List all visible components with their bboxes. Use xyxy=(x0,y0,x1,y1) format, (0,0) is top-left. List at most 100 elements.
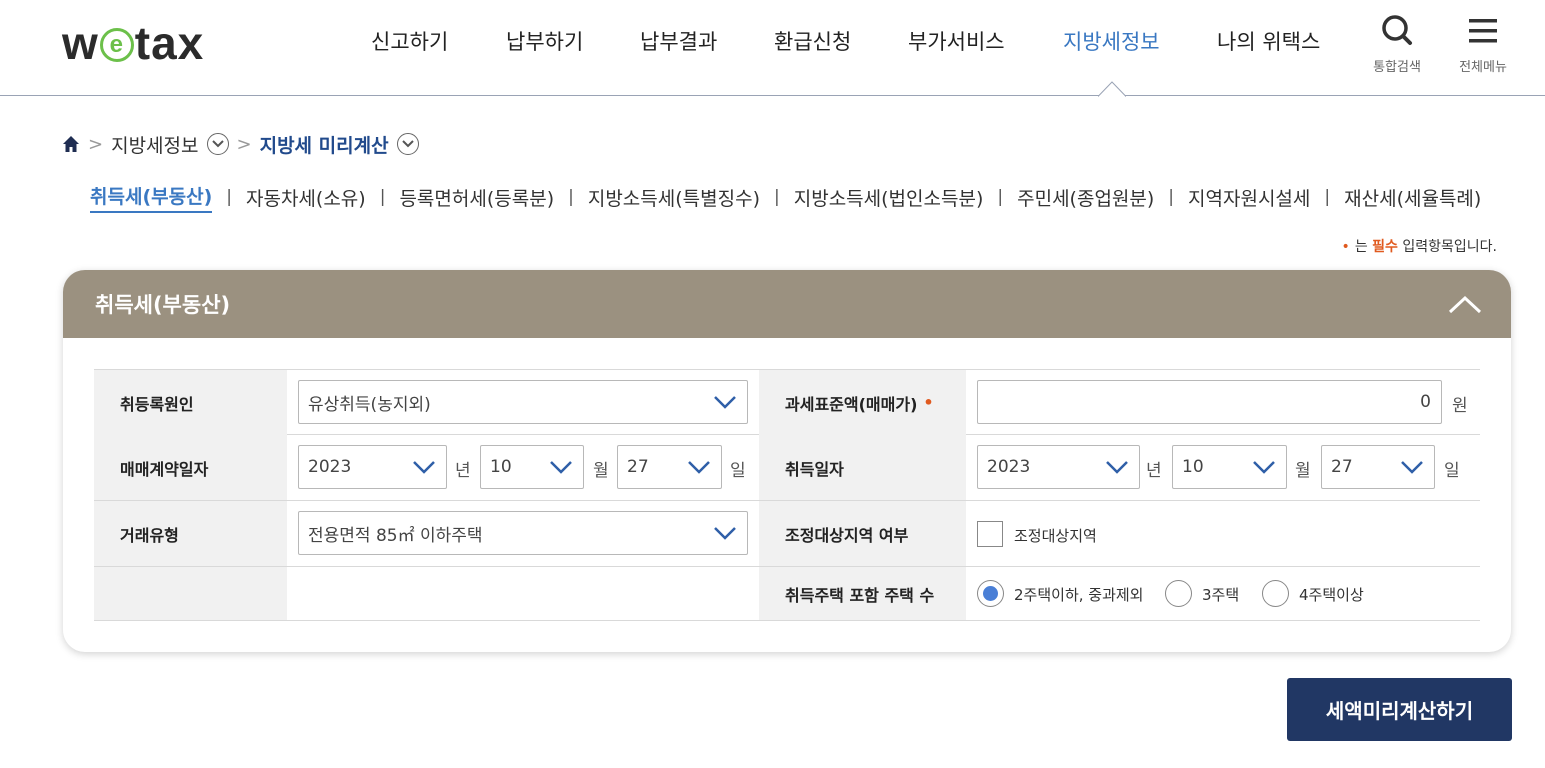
tab-resident-tax[interactable]: 주민세(종업원분) xyxy=(1017,184,1154,211)
contract-month-select[interactable]: 10 xyxy=(480,445,584,489)
nav-pay-result[interactable]: 납부결과 xyxy=(640,26,717,56)
acquisition-cause-label: 취등록원인 xyxy=(94,370,287,435)
chevron-down-icon xyxy=(714,396,736,409)
house-count-label: 취득주택 포함 주택 수 xyxy=(759,567,966,620)
house-count-option-label[interactable]: 4주택이상 xyxy=(1299,584,1364,605)
all-menu-label: 전체메뉴 xyxy=(1459,60,1507,75)
required-note-prefix: 는 xyxy=(1354,239,1368,255)
tab-divider: | xyxy=(997,187,1004,207)
deal-type-value: 전용면적 85㎡ 이하주택 xyxy=(308,525,483,546)
acquisition-month-value: 10 xyxy=(1182,457,1204,477)
nav-my-wetax[interactable]: 나의 위택스 xyxy=(1217,26,1320,56)
deal-type-select[interactable]: 전용면적 85㎡ 이하주택 xyxy=(298,511,748,555)
acquisition-day-select[interactable]: 27 xyxy=(1321,445,1435,489)
tab-local-income-tax-special[interactable]: 지방소득세(특별징수) xyxy=(588,184,760,211)
site-header: w e tax 신고하기 납부하기 납부결과 환급신청 부가서비스 지방세정보 나의… xyxy=(0,0,1545,97)
chevron-down-icon xyxy=(413,461,435,474)
chevron-down-icon xyxy=(1253,461,1275,474)
form-row: 매매계약일자 2023 년 10 월 27 일 취득일자 2023 년 10 월… xyxy=(94,435,1480,501)
tab-divider: | xyxy=(226,187,232,207)
logo-text-post: tax xyxy=(134,17,205,69)
chevron-down-icon xyxy=(688,461,710,474)
form-row: 취등록원인 유상취득(농지외) 과세표준액(매매가) • 원 xyxy=(94,369,1480,435)
tab-property-tax[interactable]: 재산세(세율특례) xyxy=(1344,184,1481,211)
calculate-tax-button[interactable]: 세액미리계산하기 xyxy=(1287,678,1512,741)
tab-divider: | xyxy=(1168,187,1175,207)
contract-year-select[interactable]: 2023 xyxy=(298,445,447,489)
search-icon xyxy=(1382,15,1412,45)
tab-local-income-tax-corporate[interactable]: 지방소득세(법인소득분) xyxy=(794,184,984,211)
nav-local-tax-info[interactable]: 지방세정보 xyxy=(1063,26,1160,56)
acquisition-cause-select[interactable]: 유상취득(농지외) xyxy=(298,380,748,424)
required-note: • 는 필수 입력항목입니다. xyxy=(1342,236,1497,256)
month-unit: 월 xyxy=(1295,461,1311,481)
acquisition-date-label: 취득일자 xyxy=(759,435,966,500)
all-menu-button[interactable]: 전체메뉴 xyxy=(1448,14,1518,75)
house-count-radio-2-or-less[interactable] xyxy=(977,580,1004,607)
tab-acquisition-tax[interactable]: 취득세(부동산) xyxy=(90,182,213,213)
chevron-down-icon xyxy=(401,140,414,148)
day-unit: 일 xyxy=(730,461,746,481)
breadcrumb-level1[interactable]: 지방세정보 xyxy=(111,131,198,158)
breadcrumb-level2-dropdown[interactable] xyxy=(396,133,419,155)
tax-type-tabs: 취득세(부동산) | 자동차세(소유) | 등록면허세(등록분) | 지방소득세… xyxy=(90,180,1481,214)
contract-day-select[interactable]: 27 xyxy=(617,445,722,489)
search-button[interactable]: 통합검색 xyxy=(1362,14,1432,75)
nav-refund[interactable]: 환급신청 xyxy=(774,26,851,56)
regulated-area-checkbox-label[interactable]: 조정대상지역 xyxy=(1014,525,1097,546)
acquisition-month-select[interactable]: 10 xyxy=(1172,445,1287,489)
logo-text-pre: w xyxy=(62,17,99,69)
home-icon[interactable] xyxy=(62,135,80,153)
house-count-option-label[interactable]: 2주택이하, 중과제외 xyxy=(1014,584,1143,605)
acquisition-day-value: 27 xyxy=(1331,457,1353,477)
won-unit: 원 xyxy=(1452,396,1468,416)
acquisition-cause-value: 유상취득(농지외) xyxy=(308,394,431,415)
acquisition-year-select[interactable]: 2023 xyxy=(977,445,1140,489)
tab-registration-tax[interactable]: 등록면허세(등록분) xyxy=(399,184,554,211)
wetax-logo[interactable]: w e tax xyxy=(62,18,204,68)
day-unit: 일 xyxy=(1444,461,1460,481)
search-label: 통합검색 xyxy=(1373,60,1421,75)
contract-day-value: 27 xyxy=(627,457,649,477)
tab-divider: | xyxy=(568,187,574,207)
tab-vehicle-tax[interactable]: 자동차세(소유) xyxy=(246,184,366,211)
nav-extra-services[interactable]: 부가서비스 xyxy=(908,26,1005,56)
logo-ring: e xyxy=(99,28,134,62)
acquisition-year-value: 2023 xyxy=(987,457,1031,477)
panel-header: 취득세(부동산) xyxy=(63,270,1511,338)
breadcrumb-level1-dropdown[interactable] xyxy=(206,133,229,155)
nav-pay[interactable]: 납부하기 xyxy=(506,26,583,56)
tax-base-input[interactable] xyxy=(977,380,1442,424)
regulated-area-label-text: 조정대상지역 여부 xyxy=(785,525,909,545)
regulated-area-checkbox[interactable] xyxy=(977,521,1003,547)
contract-date-label: 매매계약일자 xyxy=(94,435,287,500)
house-count-option-label[interactable]: 3주택 xyxy=(1202,584,1239,605)
chevron-right-icon: > xyxy=(88,133,104,155)
chevron-right-icon: > xyxy=(236,133,252,155)
regulated-area-label: 조정대상지역 여부 xyxy=(759,501,966,566)
required-mark: • xyxy=(923,393,934,412)
year-unit: 년 xyxy=(455,461,471,481)
tax-base-label-text: 과세표준액(매매가) xyxy=(785,394,918,414)
required-dot: • xyxy=(1341,239,1350,255)
hamburger-icon xyxy=(1469,19,1497,43)
tab-divider: | xyxy=(1324,187,1331,207)
contract-date-label-text: 매매계약일자 xyxy=(120,459,209,479)
breadcrumb-level2[interactable]: 지방세 미리계산 xyxy=(260,131,389,158)
acquisition-cause-label-text: 취등록원인 xyxy=(120,394,194,414)
chevron-down-icon xyxy=(1106,461,1128,474)
house-count-radio-4-or-more[interactable] xyxy=(1262,580,1289,607)
chevron-down-icon xyxy=(714,527,736,540)
breadcrumb: > 지방세정보 > 지방세 미리계산 xyxy=(62,130,419,158)
required-note-suffix: 입력항목입니다. xyxy=(1402,239,1497,255)
panel-title: 취득세(부동산) xyxy=(95,293,231,317)
chevron-up-icon[interactable] xyxy=(1447,290,1483,318)
deal-type-label: 거래유형 xyxy=(94,501,287,566)
required-note-emphasis: 필수 xyxy=(1372,239,1398,255)
chevron-down-icon xyxy=(211,140,224,148)
house-count-radio-3[interactable] xyxy=(1165,580,1192,607)
contract-month-value: 10 xyxy=(490,457,512,477)
nav-report[interactable]: 신고하기 xyxy=(371,26,448,56)
tab-regional-resource-tax[interactable]: 지역자원시설세 xyxy=(1188,184,1310,211)
contract-year-value: 2023 xyxy=(308,457,352,477)
